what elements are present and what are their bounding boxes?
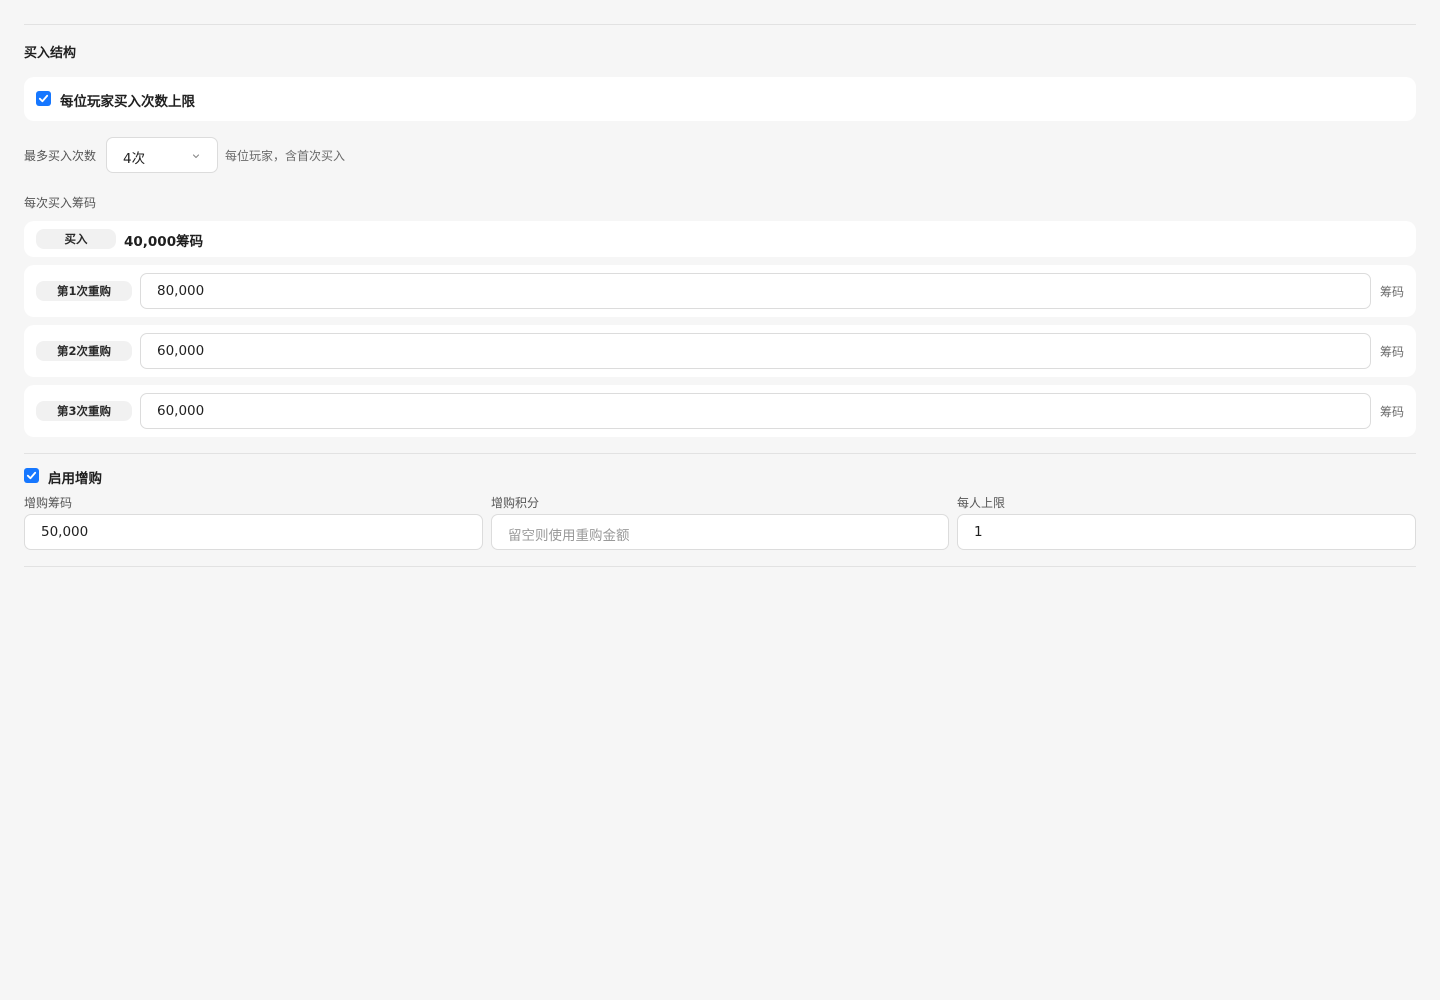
addon-points-placeholder: 留空则使用重购金额 (508, 528, 630, 544)
section-title: 买入结构 (24, 46, 77, 61)
max-buyins-select[interactable]: 4次 (106, 137, 218, 173)
rebuy-tag: 第1次重购 (36, 281, 132, 301)
limit-checkbox[interactable] (36, 91, 51, 106)
rebuy-chips-value: 60,000 (157, 343, 205, 359)
bottom-divider (24, 566, 1416, 567)
rebuy-row: 第3次重购 60,000 筹码 (24, 385, 1416, 437)
rebuy-chips-input[interactable]: 80,000 (140, 273, 1371, 309)
rebuy-unit: 筹码 (1379, 285, 1404, 299)
addon-chips-input[interactable]: 50,000 (24, 514, 483, 550)
initial-buyin-row: 买入 40,000筹码 (24, 221, 1416, 257)
top-divider (24, 24, 1416, 25)
addon-chips-label: 增购筹码 (24, 496, 73, 510)
addon-limit-input[interactable]: 1 (957, 514, 1416, 550)
addon-limit-label: 每人上限 (957, 496, 1006, 510)
addon-limit-value: 1 (974, 524, 983, 540)
rebuy-unit: 筹码 (1379, 405, 1404, 419)
max-buyins-label: 最多买入次数 (24, 149, 97, 163)
addon-chips-value: 50,000 (41, 524, 89, 540)
check-icon (26, 471, 37, 480)
rebuy-tag: 第2次重购 (36, 341, 132, 361)
addon-divider (24, 453, 1416, 454)
addon-checkbox[interactable] (24, 468, 39, 483)
rebuy-chips-input[interactable]: 60,000 (140, 333, 1371, 369)
initial-buyin-value: 40,000筹码 (124, 234, 204, 250)
addon-points-input[interactable]: 留空则使用重购金额 (491, 514, 949, 550)
limit-checkbox-label[interactable]: 每位玩家买入次数上限 (60, 90, 195, 110)
rebuy-chips-value: 60,000 (157, 403, 205, 419)
addon-checkbox-label[interactable]: 启用增购 (48, 467, 102, 487)
initial-buyin-tag: 买入 (36, 229, 116, 249)
check-icon (38, 94, 49, 103)
limit-checkbox-card[interactable]: 每位玩家买入次数上限 (24, 77, 1416, 121)
max-buyins-value: 4次 (123, 151, 146, 167)
rebuy-tag: 第3次重购 (36, 401, 132, 421)
rebuy-chips-input[interactable]: 60,000 (140, 393, 1371, 429)
per-buyin-label: 每次买入筹码 (24, 196, 97, 210)
rebuy-chips-value: 80,000 (157, 283, 205, 299)
addon-points-label: 增购积分 (491, 496, 540, 510)
chevron-down-icon (192, 154, 200, 159)
max-buyins-hint: 每位玩家，含首次买入 (225, 149, 346, 163)
rebuy-row: 第1次重购 80,000 筹码 (24, 265, 1416, 317)
rebuy-row: 第2次重购 60,000 筹码 (24, 325, 1416, 377)
rebuy-unit: 筹码 (1379, 345, 1404, 359)
